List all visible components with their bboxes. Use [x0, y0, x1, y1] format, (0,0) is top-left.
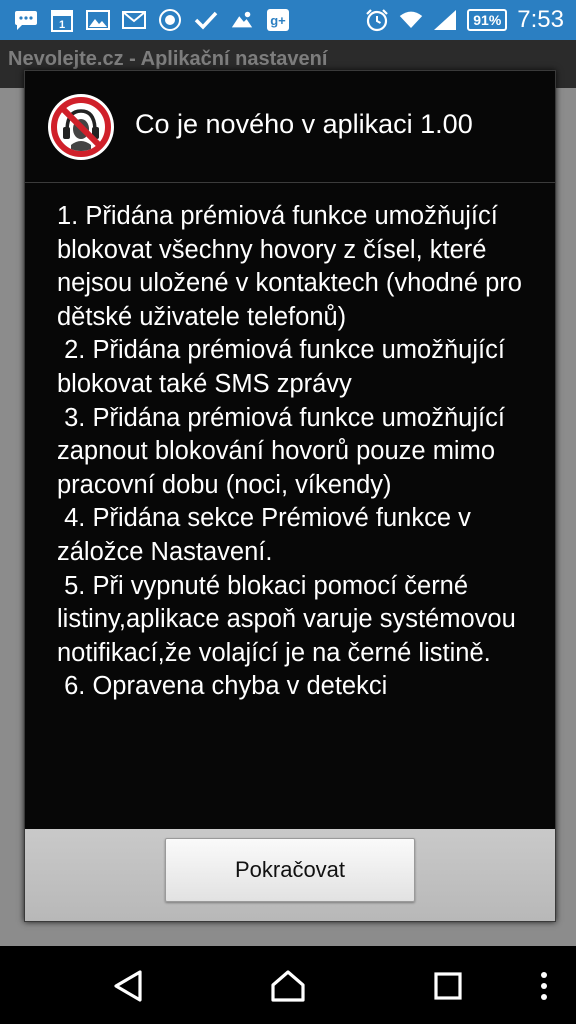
whats-new-dialog: Co je nového v aplikaci 1.00 1. Přidána … [24, 70, 556, 922]
calendar-icon: 1 [50, 8, 74, 32]
changelog-text: 1. Přidána prémiová funkce umožňující bl… [57, 202, 522, 701]
back-icon [114, 970, 142, 1002]
svg-text:g+: g+ [270, 13, 286, 28]
no-calls-icon [48, 94, 114, 160]
gallery-icon [86, 8, 110, 32]
battery-indicator: 91% [467, 9, 508, 31]
clock: 7:53 [517, 6, 564, 33]
app-icon [158, 8, 182, 32]
status-bar: 1 g+ 91% 7:53 [0, 0, 576, 40]
dialog-body[interactable]: 1. Přidána prémiová funkce umožňující bl… [25, 184, 555, 829]
continue-button[interactable]: Pokračovat [165, 838, 415, 902]
messaging-icon [14, 8, 38, 32]
signal-icon [433, 8, 457, 32]
weather-icon [230, 8, 254, 32]
check-icon [194, 8, 218, 32]
home-icon [271, 970, 305, 1002]
wifi-icon [399, 8, 423, 32]
dialog-header: Co je nového v aplikaci 1.00 [25, 71, 555, 183]
dialog-footer: Pokračovat [25, 829, 555, 921]
recents-button[interactable] [428, 968, 468, 1004]
notification-icons: 1 g+ [14, 6, 290, 34]
system-icons: 91% 7:53 [365, 6, 564, 34]
google-plus-icon: g+ [266, 8, 290, 32]
navigation-bar [0, 946, 576, 1024]
overflow-menu-icon [541, 972, 547, 1000]
calendar-day: 1 [59, 19, 65, 31]
home-button[interactable] [268, 968, 308, 1004]
gmail-icon [122, 8, 146, 32]
alarm-icon [365, 8, 389, 32]
overflow-menu-button[interactable] [524, 968, 564, 1004]
dialog-title: Co je nového v aplikaci 1.00 [135, 109, 473, 139]
back-button[interactable] [108, 968, 148, 1004]
recents-icon [434, 972, 462, 1000]
